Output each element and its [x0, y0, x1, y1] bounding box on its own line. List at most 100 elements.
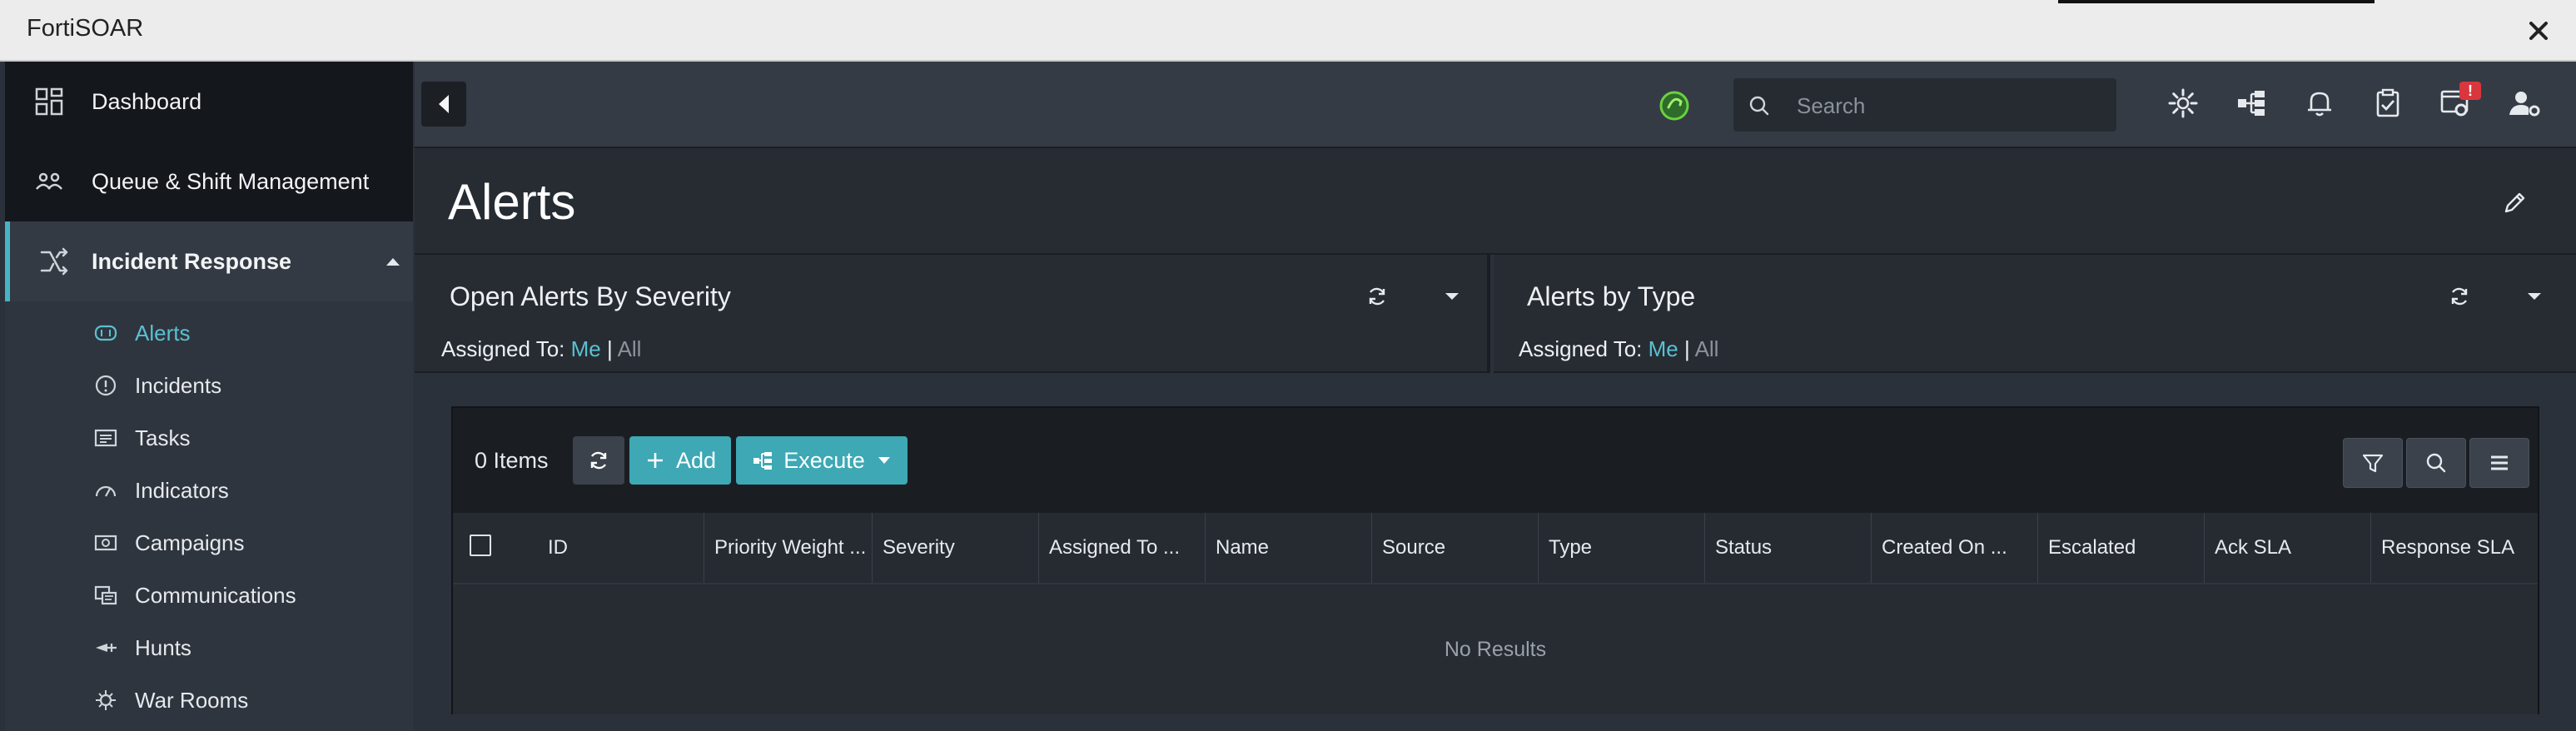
column-header[interactable]: Status	[1707, 513, 1872, 583]
sidebar-subitem-war-rooms[interactable]: War Rooms	[5, 674, 413, 726]
sidebar-subitem-communications[interactable]: Communications	[5, 569, 413, 621]
page-title: Alerts	[448, 174, 576, 230]
window-titlebar: FortiSOAR	[0, 0, 2576, 62]
sidebar-subitem-label: Communications	[135, 582, 296, 608]
sidebar-subitem-label: Tasks	[135, 425, 191, 450]
gauge-icon	[95, 485, 117, 497]
hamburger-menu-icon	[2491, 455, 2508, 470]
sidebar-item-dashboard[interactable]: Dashboard	[5, 62, 413, 142]
assigned-all-link[interactable]: All	[1695, 336, 1719, 361]
column-header[interactable]: Response SLA	[2373, 513, 2536, 583]
sidebar-subitem-label: Indicators	[135, 477, 229, 503]
grid-header-row: ID Priority Weight ... Severity Assigned…	[453, 513, 2538, 584]
filter-icon	[2362, 454, 2384, 473]
grid-search-button[interactable]	[2406, 438, 2466, 488]
sidebar-item-queue-shift[interactable]: Queue & Shift Management	[5, 142, 413, 221]
war-room-icon	[96, 690, 116, 710]
gear-icon[interactable]	[2166, 87, 2200, 120]
assigned-me-link[interactable]: Me	[571, 336, 601, 361]
column-header[interactable]: Escalated	[2040, 513, 2205, 583]
search-icon	[2426, 453, 2446, 473]
sidebar-subitem-label: Incidents	[135, 372, 222, 398]
playbook-icon	[753, 452, 773, 470]
grid-body: No Results	[453, 584, 2538, 714]
dashboard-icon	[35, 87, 63, 116]
collapse-sidebar-button[interactable]	[421, 82, 466, 127]
widget-open-alerts-by-severity: Open Alerts By Severity Assigned To: Me …	[415, 255, 1490, 373]
top-bar: !	[415, 62, 2576, 148]
refresh-icon[interactable]	[1365, 285, 1389, 308]
sidebar-item-label: Incident Response	[92, 248, 292, 274]
campaign-icon	[94, 535, 117, 551]
caret-down-icon[interactable]	[1444, 291, 1460, 301]
column-header[interactable]: Created On ...	[1873, 513, 2038, 583]
assigned-label: Assigned To:	[441, 336, 565, 361]
pencil-icon[interactable]	[2501, 190, 2528, 216]
add-button-label: Add	[675, 447, 717, 473]
widget-title: Alerts by Type	[1527, 281, 1696, 311]
column-header[interactable]: Type	[1540, 513, 1705, 583]
user-settings-icon[interactable]	[2508, 87, 2541, 120]
notification-badge: !	[2459, 82, 2481, 100]
bell-icon[interactable]	[2303, 87, 2336, 120]
alerts-grid-panel: 0 Items Add Execute ID Priority Weight .…	[451, 406, 2539, 714]
column-header[interactable]: Ack SLA	[2206, 513, 2371, 583]
column-header[interactable]: Assigned To ...	[1041, 513, 1206, 583]
assigned-separator: |	[607, 336, 613, 361]
execute-button[interactable]: Execute	[736, 436, 908, 485]
select-all-checkbox[interactable]	[470, 535, 491, 556]
assigned-all-link[interactable]: All	[618, 336, 642, 361]
plus-icon	[647, 453, 663, 468]
sidebar-subitem-incidents[interactable]: Incidents	[5, 360, 413, 411]
caret-down-icon	[878, 457, 890, 464]
column-menu-button[interactable]	[2469, 438, 2529, 488]
window-title: FortiSOAR	[27, 15, 144, 42]
sidebar-subitem-hunts[interactable]: Hunts	[5, 622, 413, 674]
items-count: 0 Items	[475, 448, 549, 473]
sidebar-subitem-label: Hunts	[135, 634, 191, 660]
assigned-filter: Assigned To: Me | All	[1519, 336, 1718, 362]
close-icon[interactable]	[2524, 17, 2553, 45]
info-circle-icon	[95, 375, 117, 396]
playbook-icon[interactable]	[2235, 87, 2268, 120]
execute-button-label: Execute	[783, 447, 865, 473]
column-header[interactable]: ID	[540, 513, 704, 583]
add-button[interactable]: Add	[629, 436, 731, 485]
communications-icon	[94, 585, 117, 605]
titlebar-edge	[2058, 0, 2375, 3]
system-status-icon[interactable]	[1658, 90, 1690, 122]
hunt-icon	[96, 644, 117, 652]
sidebar: Dashboard Queue & Shift Management Incid…	[5, 62, 413, 731]
widget-alerts-by-type: Alerts by Type Assigned To: Me | All	[1494, 255, 2576, 373]
caret-down-icon[interactable]	[2526, 291, 2543, 301]
sidebar-subitem-indicators[interactable]: Indicators	[5, 465, 413, 516]
assigned-label: Assigned To:	[1519, 336, 1643, 361]
column-header[interactable]: Priority Weight ...	[706, 513, 873, 583]
assigned-filter: Assigned To: Me | All	[441, 336, 641, 362]
approval-icon[interactable]	[2371, 87, 2404, 120]
caret-up-icon[interactable]	[385, 256, 401, 267]
column-header[interactable]: Source	[1374, 513, 1539, 583]
sidebar-item-label: Queue & Shift Management	[92, 168, 370, 194]
sidebar-subitem-campaigns[interactable]: Campaigns	[5, 517, 413, 569]
column-header[interactable]: Name	[1207, 513, 1372, 583]
widget-title: Open Alerts By Severity	[450, 281, 731, 311]
refresh-icon[interactable]	[2448, 285, 2471, 308]
sidebar-subitem-tasks[interactable]: Tasks	[5, 412, 413, 464]
global-search[interactable]	[1733, 78, 2116, 132]
search-input[interactable]	[1795, 87, 2098, 125]
tasks-icon	[94, 429, 117, 447]
refresh-icon	[590, 451, 607, 470]
filter-button[interactable]	[2343, 438, 2403, 488]
assigned-separator: |	[1684, 336, 1690, 361]
people-icon	[36, 172, 62, 190]
page-header: Alerts	[415, 148, 2576, 255]
sidebar-subitem-label: Alerts	[135, 320, 191, 346]
shuffle-icon	[40, 247, 68, 276]
assigned-me-link[interactable]: Me	[1649, 336, 1678, 361]
grid-refresh-button[interactable]	[573, 436, 624, 485]
alerts-icon	[94, 325, 117, 341]
sidebar-subitem-alerts[interactable]: Alerts	[5, 307, 413, 359]
column-header[interactable]: Severity	[874, 513, 1039, 583]
sidebar-item-incident-response[interactable]: Incident Response	[5, 221, 413, 301]
